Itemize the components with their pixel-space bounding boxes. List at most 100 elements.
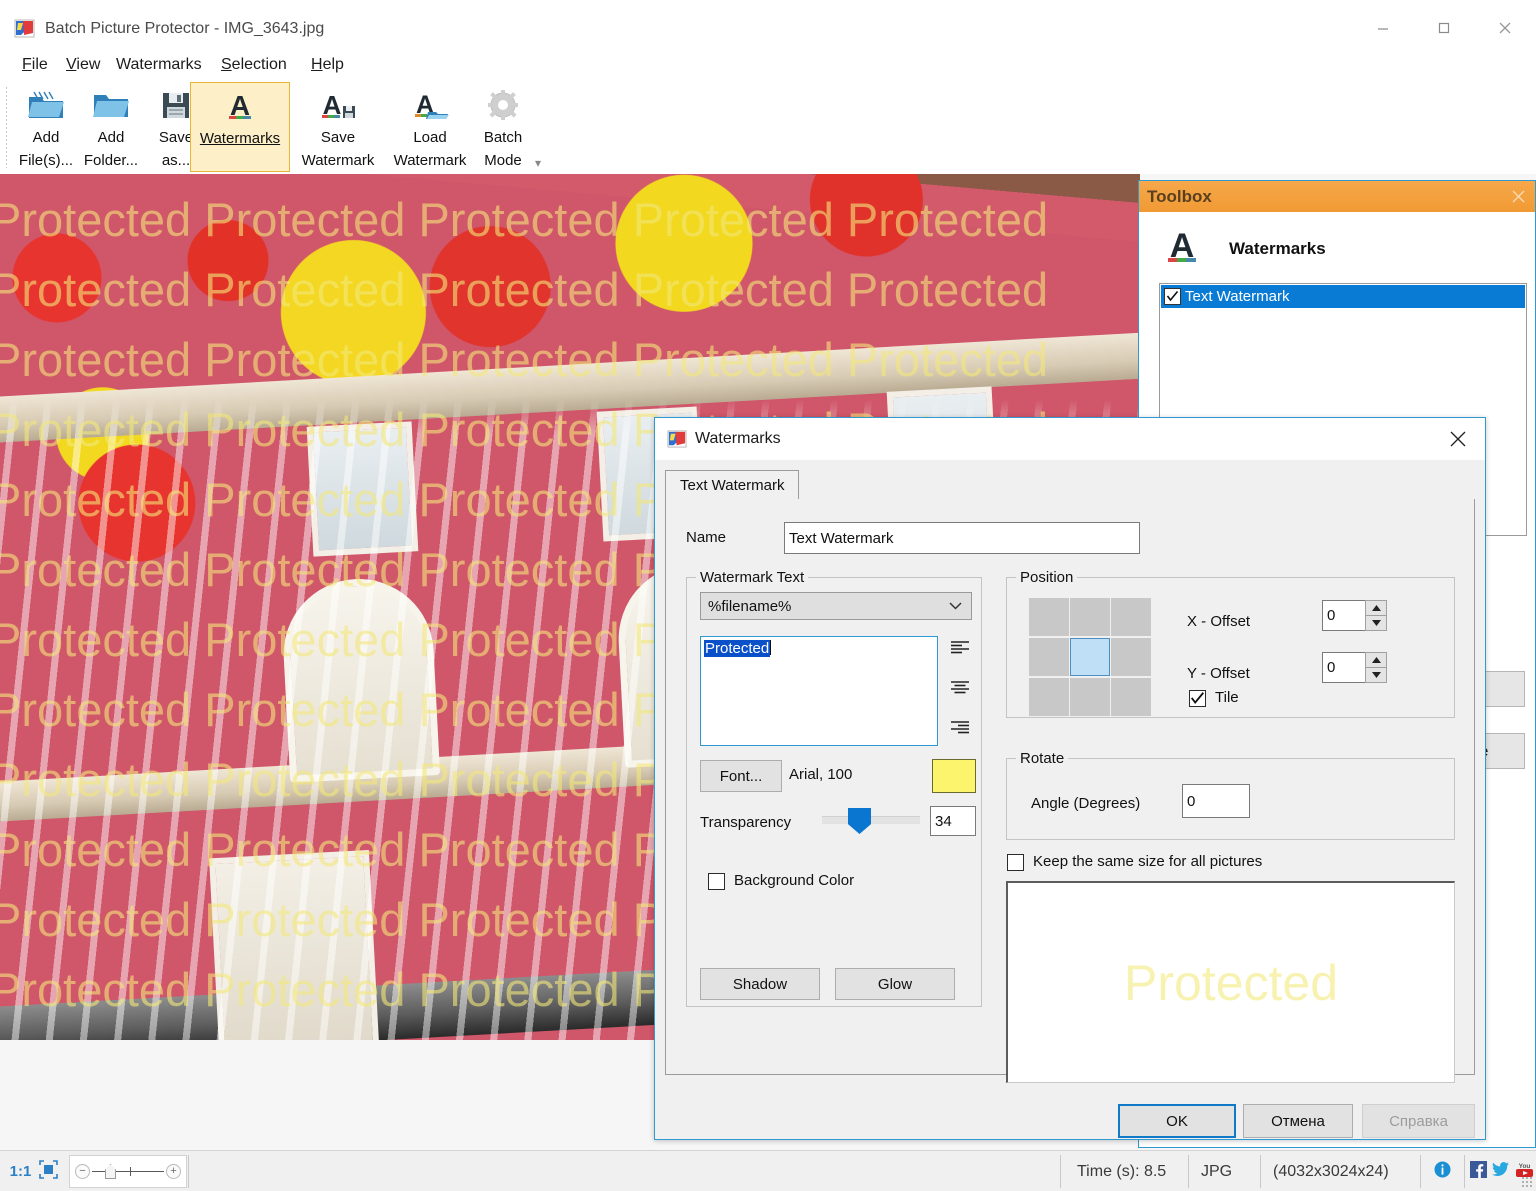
align-center-icon[interactable] bbox=[949, 680, 971, 696]
position-cell-bottom-right[interactable] bbox=[1111, 678, 1151, 716]
svg-text:You: You bbox=[1519, 1163, 1531, 1170]
text-color-swatch[interactable] bbox=[932, 759, 976, 793]
menu-selection[interactable]: Selection bbox=[213, 50, 295, 80]
position-cell-bottom-left[interactable] bbox=[1029, 678, 1069, 716]
toolbar-watermarks-button[interactable]: A Watermarks bbox=[190, 82, 290, 172]
load-watermark-icon: A bbox=[410, 84, 450, 126]
resize-grip[interactable] bbox=[1521, 1176, 1533, 1188]
ok-button-label: OK bbox=[1166, 1112, 1188, 1130]
tile-checkbox[interactable] bbox=[1189, 690, 1206, 707]
shadow-button[interactable]: Shadow bbox=[700, 968, 820, 1000]
y-offset-spin-down[interactable] bbox=[1365, 667, 1387, 683]
macro-dropdown[interactable]: %filename% bbox=[700, 592, 972, 620]
dialog-close-button[interactable] bbox=[1441, 424, 1475, 454]
watermark-text-value: Protected bbox=[704, 640, 771, 657]
title-bar: Batch Picture Protector - IMG_3643.jpg bbox=[0, 9, 1536, 47]
font-button[interactable]: Font... bbox=[700, 760, 782, 792]
zoom-slider-track[interactable] bbox=[92, 1167, 164, 1176]
zoom-in-button[interactable]: + bbox=[166, 1164, 181, 1179]
watermark-preview: Protected bbox=[1006, 881, 1455, 1083]
toolbar-save-as-line1: Save bbox=[158, 129, 194, 146]
info-icon[interactable] bbox=[1434, 1161, 1451, 1183]
menu-bar: File View Watermarks Selection Help bbox=[0, 50, 1536, 80]
position-cell-middle-left[interactable] bbox=[1029, 638, 1069, 676]
dimensions-cell: (4032x3024x24) bbox=[1260, 1155, 1420, 1188]
app-icon bbox=[667, 429, 687, 449]
transparency-slider[interactable] bbox=[822, 808, 920, 834]
angle-input[interactable]: 0 bbox=[1182, 784, 1250, 818]
dialog-title: Watermarks bbox=[695, 430, 781, 447]
watermark-text-group: Watermark Text %filename% Protected Font… bbox=[686, 569, 982, 1007]
menu-help[interactable]: Help bbox=[303, 50, 352, 80]
position-cell-bottom-center[interactable] bbox=[1070, 678, 1110, 716]
zoom-out-button[interactable]: − bbox=[75, 1164, 90, 1179]
minimize-button[interactable] bbox=[1360, 9, 1406, 47]
dialog-tabstrip: Text Watermark bbox=[665, 470, 1475, 500]
toolbar: Add File(s)... Add Folder... Save as... … bbox=[0, 80, 1536, 174]
watermark-enabled-checkbox[interactable] bbox=[1164, 288, 1181, 305]
y-offset-spin-up[interactable] bbox=[1365, 652, 1387, 668]
menu-view[interactable]: View bbox=[58, 50, 108, 80]
transparency-label: Transparency bbox=[700, 814, 792, 831]
position-cell-middle-right[interactable] bbox=[1111, 638, 1151, 676]
toolbar-load-watermark-line2: Watermark bbox=[393, 152, 467, 169]
transparency-slider-thumb[interactable] bbox=[848, 808, 871, 834]
toolbar-batch-mode-line2: Mode bbox=[484, 152, 522, 169]
watermarks-dialog: Watermarks Text Watermark Name Text Wate… bbox=[654, 417, 1486, 1140]
toolbar-batch-mode-button[interactable]: Batch Mode bbox=[465, 82, 541, 172]
facebook-icon[interactable] bbox=[1470, 1160, 1487, 1183]
position-cell-center[interactable] bbox=[1070, 638, 1110, 676]
glow-button[interactable]: Glow bbox=[835, 968, 955, 1000]
cancel-button[interactable]: Отмена bbox=[1243, 1104, 1353, 1138]
name-input[interactable]: Text Watermark bbox=[784, 522, 1140, 554]
toolbar-save-watermark-line1: Save bbox=[320, 129, 356, 146]
list-item[interactable]: Text Watermark bbox=[1161, 285, 1525, 308]
toolbox-close-icon[interactable] bbox=[1507, 185, 1529, 207]
watermark-text-input[interactable]: Protected bbox=[700, 636, 938, 746]
ok-button[interactable]: OK bbox=[1118, 1104, 1236, 1138]
menu-file[interactable]: File bbox=[14, 50, 56, 80]
zoom-slider[interactable]: − + bbox=[69, 1155, 187, 1188]
x-offset-spin-down[interactable] bbox=[1365, 615, 1387, 631]
clipped-text-strip: Ghost text bbox=[0, 0, 1536, 9]
toolbar-add-folder-line2: Folder... bbox=[83, 152, 139, 169]
close-button[interactable] bbox=[1482, 9, 1528, 47]
keep-same-size-checkbox[interactable] bbox=[1007, 854, 1024, 871]
x-offset-spin-up[interactable] bbox=[1365, 600, 1387, 616]
name-label: Name bbox=[686, 529, 727, 546]
help-button[interactable]: Справка bbox=[1362, 1104, 1475, 1138]
format-cell: JPG bbox=[1188, 1155, 1260, 1188]
position-grid[interactable] bbox=[1029, 598, 1169, 718]
fit-to-window-icon[interactable] bbox=[39, 1159, 59, 1184]
toolbox-header: Toolbox bbox=[1139, 181, 1535, 212]
status-bar: 1:1 − + Time (s): 8.5 JPG (4032x3024x24)… bbox=[0, 1150, 1536, 1191]
twitter-icon[interactable] bbox=[1492, 1161, 1510, 1183]
watermarks-icon: A bbox=[223, 85, 257, 127]
y-offset-input[interactable]: 0 bbox=[1322, 652, 1365, 683]
toolbar-load-watermark-button[interactable]: A Load Watermark bbox=[392, 82, 468, 172]
tab-text-watermark[interactable]: Text Watermark bbox=[665, 470, 800, 500]
zoom-slider-handle[interactable] bbox=[105, 1164, 116, 1179]
clipped-text: Ghost text bbox=[734, 0, 802, 4]
position-cell-top-center[interactable] bbox=[1070, 598, 1110, 636]
position-cell-top-right[interactable] bbox=[1111, 598, 1151, 636]
keep-same-size-label: Keep the same size for all pictures bbox=[1033, 853, 1263, 870]
macro-dropdown-value: %filename% bbox=[708, 597, 792, 615]
background-color-checkbox[interactable] bbox=[708, 873, 725, 890]
info-cell bbox=[1420, 1155, 1464, 1188]
toolbar-overflow-button[interactable]: ▾ bbox=[531, 156, 545, 170]
align-left-icon[interactable] bbox=[949, 640, 971, 656]
dialog-title-bar: Watermarks bbox=[655, 418, 1485, 460]
menu-watermarks[interactable]: Watermarks bbox=[108, 50, 210, 80]
align-right-icon[interactable] bbox=[949, 720, 971, 736]
maximize-button[interactable] bbox=[1421, 9, 1467, 47]
toolbar-save-watermark-button[interactable]: A Save Watermark bbox=[300, 82, 376, 172]
zoom-ratio-label[interactable]: 1:1 bbox=[10, 1163, 32, 1180]
x-offset-label: X - Offset bbox=[1187, 613, 1251, 630]
x-offset-input[interactable]: 0 bbox=[1322, 600, 1365, 631]
toolbar-add-folder-line1: Add bbox=[97, 129, 125, 146]
transparency-value-input[interactable]: 34 bbox=[930, 806, 976, 836]
watermarks-letter-icon: A bbox=[1161, 225, 1203, 272]
position-cell-top-left[interactable] bbox=[1029, 598, 1069, 636]
watermark-preview-text: Protected bbox=[1123, 954, 1339, 1011]
